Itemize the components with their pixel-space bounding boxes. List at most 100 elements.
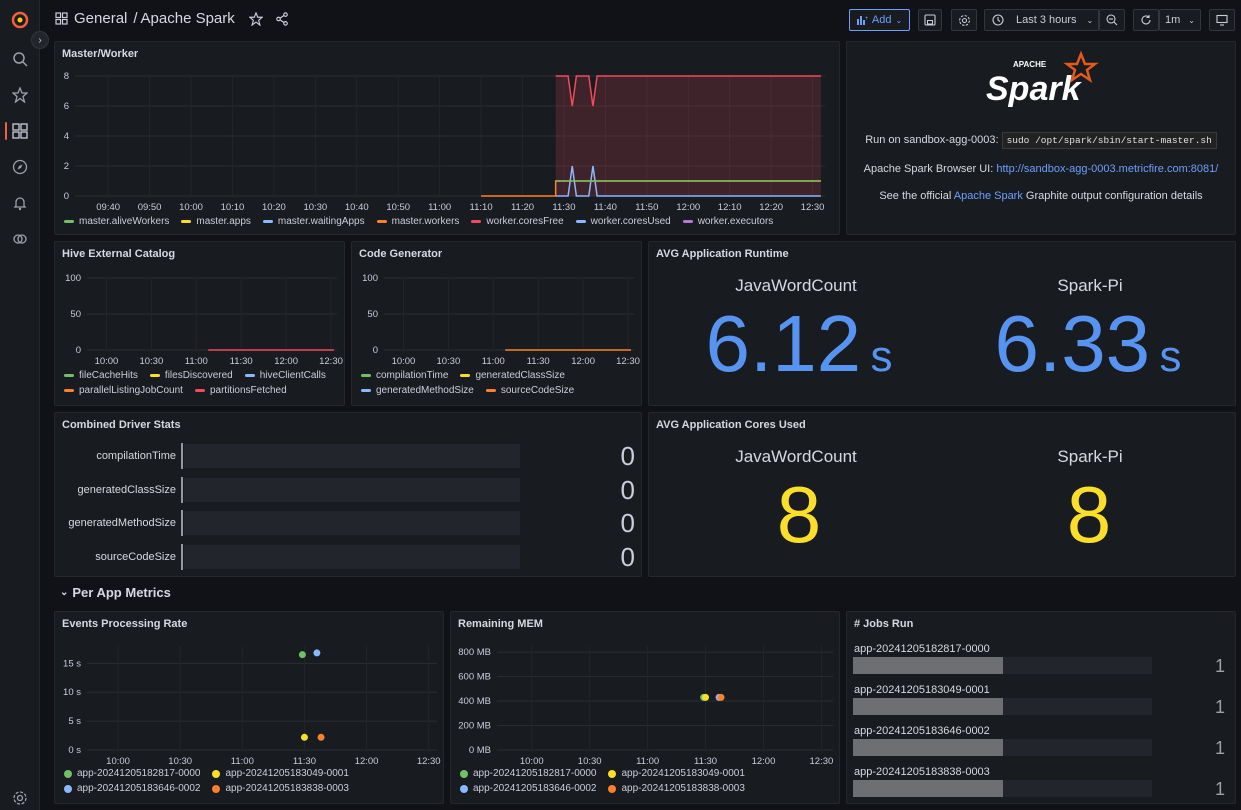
panel-title[interactable]: AVG Application Runtime <box>656 248 789 260</box>
scatter-point[interactable] <box>317 733 325 741</box>
scatter-point[interactable] <box>298 651 306 659</box>
legend-item[interactable]: app-20241205183646-0002 <box>460 783 596 794</box>
hive-catalog-chart[interactable]: 0 50 100 10:00 10:30 11:00 11:30 12:00 12:30 <box>55 266 346 374</box>
legend-item[interactable]: compilationTime <box>361 370 448 381</box>
add-button[interactable]: + Add ⌄ <box>849 9 910 31</box>
per-app-metrics-row-header[interactable]: ⌄ Per App Metrics <box>60 585 171 600</box>
legend-item[interactable]: app-20241205183049-0001 <box>212 768 349 779</box>
panel-title[interactable]: Events Processing Rate <box>62 618 187 630</box>
legend-item[interactable]: master.apps <box>181 216 251 227</box>
zoom-out-button[interactable] <box>1099 9 1125 31</box>
share-icon[interactable] <box>275 11 289 26</box>
x-tick-label: 12:00 <box>274 356 298 367</box>
panel-title[interactable]: # Jobs Run <box>854 618 913 630</box>
x-tick-label: 12:30 <box>810 756 834 767</box>
hive-catalog-legend: fileCacheHits filesDiscovered hiveClientCa… <box>64 370 339 396</box>
legend-label: generatedClassSize <box>475 370 565 381</box>
breadcrumb-separator: / <box>133 10 138 27</box>
scatter-point[interactable] <box>702 693 710 701</box>
legend-item[interactable]: app-20241205183838-0003 <box>608 783 745 794</box>
y-tick-label: 400 MB <box>458 696 491 707</box>
scatter-point[interactable] <box>717 693 725 701</box>
legend-item[interactable]: worker.coresUsed <box>575 216 671 227</box>
legend-item[interactable]: fileCacheHits <box>64 370 138 381</box>
scatter-point[interactable] <box>300 733 308 741</box>
legend-label: worker.coresFree <box>486 216 564 227</box>
x-tick-label: 11:40 <box>594 202 617 213</box>
alerting-bell-icon[interactable] <box>10 193 30 213</box>
legend-label: filesDiscovered <box>164 370 233 381</box>
legend-item[interactable]: master.waitingApps <box>262 216 365 227</box>
topbar: General / Apache Spark + Add ⌄ Last 3 ho… <box>40 0 1241 40</box>
x-tick-label: 12:30 <box>616 356 640 367</box>
panel-title[interactable]: Master/Worker <box>62 48 138 60</box>
panel-title[interactable]: Code Generator <box>359 248 442 260</box>
legend-item[interactable]: worker.executors <box>682 216 773 227</box>
x-tick-label: 11:50 <box>635 202 658 213</box>
legend-swatch <box>575 220 586 223</box>
remaining-mem-chart[interactable]: 0 MB 200 MB 400 MB 600 MB 800 MB 10:00 10:30 11… <box>451 634 841 774</box>
apache-spark-docs-link[interactable]: Apache Spark <box>954 190 1023 202</box>
refresh-button[interactable] <box>1133 9 1159 31</box>
save-dashboard-button[interactable] <box>918 9 942 31</box>
legend-swatch <box>212 784 221 793</box>
browser-ui-link[interactable]: http://sandbox-agg-0003.metricfire.com:8… <box>996 163 1218 175</box>
refresh-interval-picker[interactable]: 1m ⌄ <box>1159 9 1201 31</box>
x-tick-label: 09:50 <box>138 202 162 213</box>
legend-item[interactable]: generatedClassSize <box>460 370 565 381</box>
info-line-browser-ui: Apache Spark Browser UI: http://sandbox-… <box>847 163 1235 175</box>
x-tick-label: 10:00 <box>392 356 416 367</box>
chevron-down-icon: ⌄ <box>1188 15 1195 25</box>
master-worker-chart[interactable]: 0 2 4 6 8 09:40 09:50 10:00 10:10 10:20 10:30 10:40… <box>55 66 841 236</box>
panel-title[interactable]: AVG Application Cores Used <box>656 419 806 431</box>
y-tick-label: 0 <box>373 345 378 356</box>
legend-item[interactable]: hiveClientCalls <box>244 370 326 381</box>
legend-item[interactable]: app-20241205183646-0002 <box>64 783 200 794</box>
legend-item[interactable]: sourceCodeSize <box>485 385 574 396</box>
legend-item[interactable]: filesDiscovered <box>149 370 233 381</box>
favorite-star-icon[interactable] <box>248 11 263 26</box>
legend-item[interactable]: app-20241205183049-0001 <box>608 768 745 779</box>
search-icon[interactable] <box>10 49 30 69</box>
star-icon[interactable] <box>10 85 30 105</box>
explore-compass-icon[interactable] <box>10 157 30 177</box>
docs-prefix: See the official <box>879 190 952 202</box>
driver-stat-label: compilationTime <box>96 450 176 462</box>
panel-title[interactable]: Combined Driver Stats <box>62 419 181 431</box>
panel-title[interactable]: Remaining MEM <box>458 618 543 630</box>
expand-menu-chevron-icon[interactable]: › <box>31 31 49 49</box>
x-tick-label: 10:00 <box>95 356 119 367</box>
legend-item[interactable]: parallelListingJobCount <box>64 385 183 396</box>
legend-item[interactable]: app-20241205182817-0000 <box>460 768 596 779</box>
legend-item[interactable]: master.aliveWorkers <box>64 216 169 227</box>
legend-swatch <box>244 374 255 377</box>
legend-item[interactable]: master.workers <box>376 216 459 227</box>
panel-title[interactable]: Hive External Catalog <box>62 248 175 260</box>
time-range-label: Last 3 hours <box>1016 14 1077 26</box>
y-tick-label: 100 <box>362 273 378 284</box>
connections-icon[interactable] <box>10 229 30 249</box>
stat-value: 8 <box>776 470 822 559</box>
time-range-picker[interactable]: Last 3 hours ⌄ <box>984 9 1099 31</box>
legend-item[interactable]: app-20241205182817-0000 <box>64 768 200 779</box>
code-generator-chart[interactable]: 0 50 100 10:00 10:30 11:00 11:30 12:00 12:30 <box>352 266 643 374</box>
dashboards-icon[interactable] <box>10 121 30 141</box>
tv-mode-button[interactable] <box>1209 9 1235 31</box>
dashboard-settings-button[interactable] <box>951 9 977 31</box>
driver-stat-bar-marker <box>181 543 183 570</box>
x-tick-label: 10:30 <box>578 756 602 767</box>
events-processing-chart[interactable]: 0 s 5 s 10 s 15 s 10:00 10:30 11:00 11:30 12:00 1… <box>55 634 445 774</box>
legend-item[interactable]: generatedMethodSize <box>361 385 474 396</box>
breadcrumb-folder[interactable]: General <box>74 10 127 27</box>
x-tick-label: 12:00 <box>676 202 700 213</box>
legend-item[interactable]: app-20241205183838-0003 <box>212 783 349 794</box>
grafana-logo-icon[interactable] <box>10 10 30 30</box>
job-bar-track <box>853 780 1152 797</box>
settings-gear-icon[interactable] <box>10 788 30 808</box>
scatter-point[interactable] <box>313 649 321 657</box>
legend-swatch <box>460 769 468 778</box>
legend-item[interactable]: partitionsFetched <box>194 385 287 396</box>
legend-label: app-20241205183049-0001 <box>621 768 745 779</box>
legend-swatch <box>471 220 482 223</box>
legend-item[interactable]: worker.coresFree <box>471 216 564 227</box>
